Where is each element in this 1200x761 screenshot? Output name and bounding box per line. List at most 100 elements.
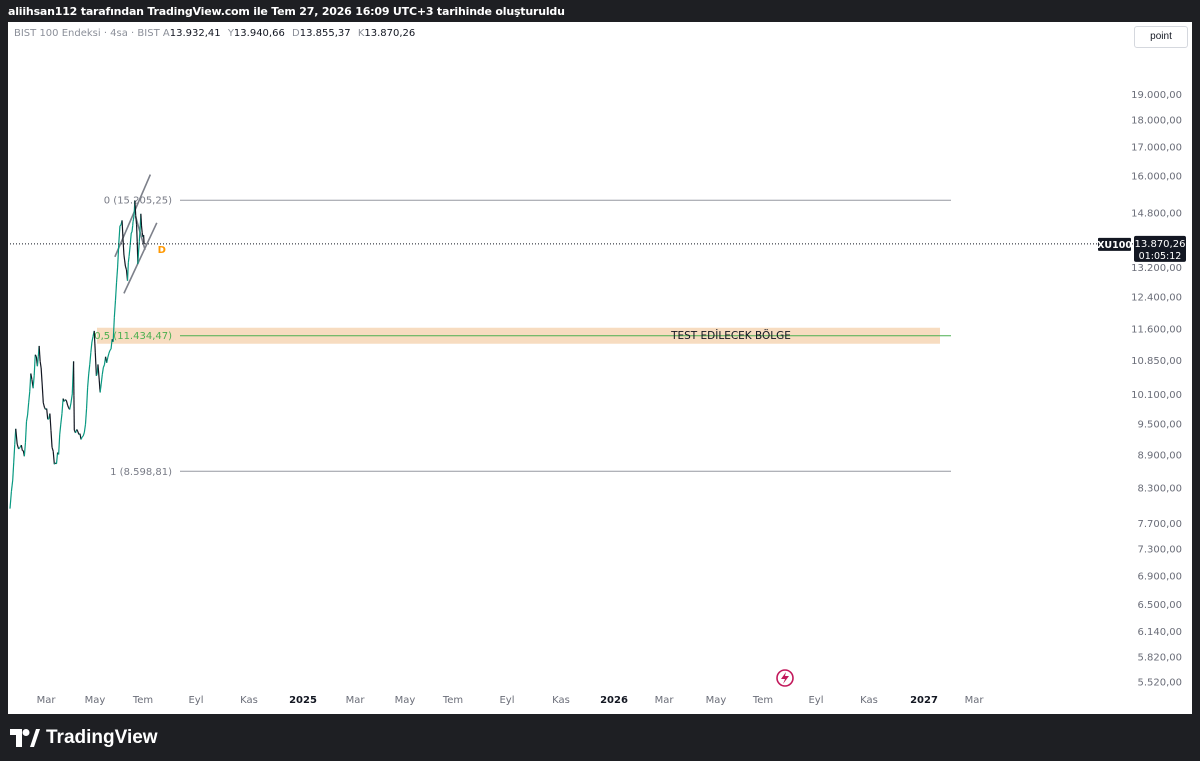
price-candle xyxy=(132,214,135,220)
footer-bar xyxy=(0,714,1200,761)
legend-high-value: 13.940,66 xyxy=(233,28,285,39)
price-candle xyxy=(137,241,140,252)
price-candle xyxy=(115,267,119,283)
price-chart[interactable]: 19.000,00 18.000,00 17.000,00 16.000,00 14.8… xyxy=(0,0,1200,714)
price-candle xyxy=(58,434,61,455)
x-tick-label: Kas xyxy=(860,695,878,706)
price-candle xyxy=(40,367,43,386)
price-candle xyxy=(59,424,62,435)
y-tick-label: 16.000,00 xyxy=(1131,172,1182,183)
price-candle xyxy=(118,225,121,244)
y-tick-label: 6.900,00 xyxy=(1137,571,1182,582)
price-candle xyxy=(13,444,16,463)
price-tag-countdown: 01:05:12 xyxy=(1139,251,1182,262)
price-candle xyxy=(140,213,143,226)
legend-low-value: 13.855,37 xyxy=(299,28,351,39)
x-tick-label: Mar xyxy=(346,695,366,706)
tradingview-logo[interactable]: TradingView xyxy=(10,727,158,749)
price-candle xyxy=(61,398,64,414)
legend-low-label: D xyxy=(292,28,300,39)
price-candle xyxy=(65,400,69,406)
fib-level-label: 0,5 (11.434,47) xyxy=(94,331,172,342)
price-candle xyxy=(51,447,54,452)
price-candle xyxy=(106,357,109,363)
y-tick-label: 5.520,00 xyxy=(1137,678,1182,689)
legend-symbol: BIST 100 Endeksi · 4sa · BIST xyxy=(14,28,160,39)
price-candle xyxy=(121,220,124,240)
y-tick-label: 18.000,00 xyxy=(1131,116,1182,127)
y-tick-label: 14.800,00 xyxy=(1131,209,1182,220)
legend-close-value: 13.870,26 xyxy=(364,28,416,39)
price-candle xyxy=(124,260,126,267)
price-candle xyxy=(137,250,140,265)
y-tick-label: 6.140,00 xyxy=(1137,627,1182,638)
price-candle xyxy=(109,348,112,351)
y-tick-label: 10.850,00 xyxy=(1131,356,1182,367)
tradingview-logo-icon xyxy=(10,729,40,747)
price-candle xyxy=(39,361,42,369)
price-candle xyxy=(97,364,100,378)
price-candle xyxy=(41,384,44,403)
legend-open-value: 13.932,41 xyxy=(169,28,221,39)
price-candle xyxy=(26,402,30,416)
price-candle xyxy=(81,435,84,438)
y-tick-label: 12.400,00 xyxy=(1131,293,1182,304)
price-candle xyxy=(29,373,32,392)
price-candle xyxy=(16,443,20,450)
x-tick-label: Mar xyxy=(965,695,985,706)
price-candle xyxy=(129,232,132,246)
price-candle xyxy=(76,429,79,432)
price-tag-price: 13.870,26 xyxy=(1135,239,1186,250)
x-tick-label: Kas xyxy=(240,695,258,706)
price-candle xyxy=(119,224,122,227)
price-candle xyxy=(91,336,94,343)
price-candle xyxy=(38,345,41,362)
y-tick-label: 6.500,00 xyxy=(1137,600,1182,611)
price-candle xyxy=(84,408,88,425)
price-candle xyxy=(85,387,89,409)
y-tick-label: 8.900,00 xyxy=(1137,450,1182,461)
x-tick-label: May xyxy=(85,695,106,706)
price-candle xyxy=(142,235,145,244)
x-tick-label: Eyl xyxy=(499,695,514,706)
x-tick-label: 2026 xyxy=(600,695,628,706)
price-candle xyxy=(90,341,93,353)
x-tick-label: Tem xyxy=(752,695,773,706)
price-candle xyxy=(88,364,91,375)
price-candle xyxy=(87,373,90,388)
x-tick-label: Eyl xyxy=(188,695,203,706)
price-candle xyxy=(94,352,97,376)
price-candle xyxy=(52,451,55,465)
y-tick-label: 11.600,00 xyxy=(1131,324,1182,335)
lightning-icon-bolt xyxy=(781,672,789,684)
price-candle xyxy=(114,282,118,301)
y-tick-label: 9.500,00 xyxy=(1137,419,1182,430)
y-tick-label: 8.300,00 xyxy=(1137,484,1182,495)
price-candle xyxy=(47,418,50,420)
y-tick-label: 17.000,00 xyxy=(1131,143,1182,154)
zone-annotation-text: TEST EDİLECEK BÖLGE xyxy=(670,329,791,342)
x-tick-label: May xyxy=(706,695,727,706)
price-candle xyxy=(131,225,134,232)
price-candle xyxy=(64,399,67,402)
legend-open-label: A xyxy=(162,28,170,39)
y-tick-label: 19.000,00 xyxy=(1131,90,1182,101)
price-candle xyxy=(82,432,85,437)
price-candle xyxy=(101,367,104,375)
price-candle xyxy=(130,231,133,234)
fib-level-label: 1 (8.598,81) xyxy=(110,467,172,478)
price-candle xyxy=(127,256,130,263)
legend-high-label: Y xyxy=(227,28,234,39)
price-candle xyxy=(100,374,103,385)
price-candle xyxy=(113,300,117,318)
price-candle xyxy=(46,408,49,420)
lightning-icon[interactable] xyxy=(776,669,794,687)
price-candle xyxy=(69,402,72,410)
scale-mode-button[interactable]: point xyxy=(1134,26,1188,48)
price-candle xyxy=(28,391,31,403)
price-candle xyxy=(42,402,46,408)
tradingview-logo-text: TradingView xyxy=(46,727,158,748)
price-candle xyxy=(24,421,28,443)
price-candle xyxy=(33,354,36,376)
price-candle xyxy=(49,413,52,431)
